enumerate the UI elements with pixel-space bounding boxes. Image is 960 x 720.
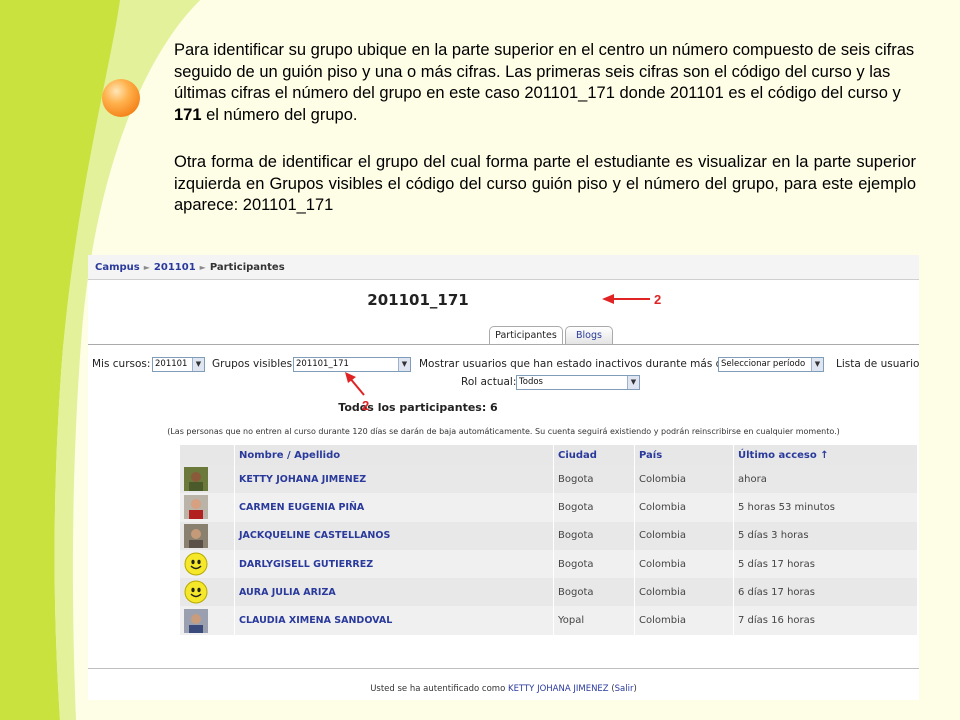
- annotation-label-bottom: 2: [362, 398, 370, 413]
- arrowhead-icon: [602, 294, 614, 304]
- annotation-arrows: [345, 294, 650, 396]
- arrowhead-icon: [345, 372, 356, 383]
- annotation-label-top: 2: [654, 292, 662, 307]
